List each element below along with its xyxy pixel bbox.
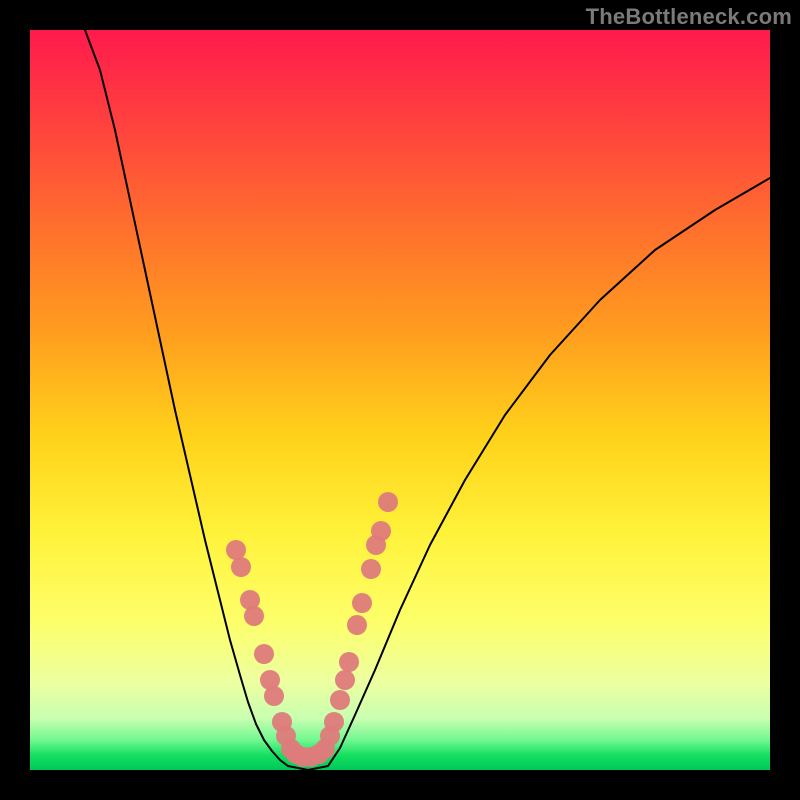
marker-left-dots-0 (226, 540, 246, 560)
marker-left-dots-4 (254, 644, 274, 664)
marker-right-dots-2 (330, 690, 350, 710)
marker-left-dots-3 (244, 606, 264, 626)
curve-valley (288, 766, 328, 770)
curve-right-curve (328, 178, 770, 766)
chart-svg (30, 30, 770, 770)
marker-right-dots-9 (371, 521, 391, 541)
marker-right-dots-7 (361, 559, 381, 579)
marker-left-dots-1 (231, 557, 251, 577)
chart-frame: TheBottleneck.com (0, 0, 800, 800)
plot-area (30, 30, 770, 770)
marker-right-dots-5 (347, 615, 367, 635)
attribution-label: TheBottleneck.com (586, 4, 792, 30)
marker-right-dots-4 (339, 652, 359, 672)
marker-right-dots-3 (335, 670, 355, 690)
marker-right-dots-6 (352, 593, 372, 613)
marker-right-dots-1 (324, 712, 344, 732)
marker-left-dots-6 (264, 686, 284, 706)
marker-right-dots-10 (378, 492, 398, 512)
